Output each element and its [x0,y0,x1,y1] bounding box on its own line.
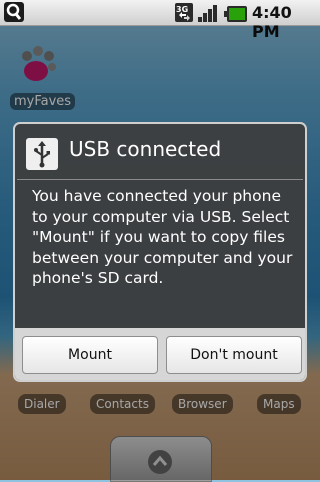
3g-icon: 3G [175,3,193,22]
mount-button[interactable]: Mount [22,336,158,374]
status-bar: 3G 4:40 PM [0,0,320,41]
dialog-message: You have connected your phone to your co… [32,187,293,287]
search-icon[interactable] [4,2,24,22]
signal-icon [197,3,219,22]
usb-icon [26,138,58,170]
svg-text:3G: 3G [176,5,188,14]
dialog-button-bar: Mount Don't mount [15,328,305,380]
dialog-title: USB connected [69,137,222,161]
usb-dialog: USB connected You have connected your ph… [13,122,307,382]
dialog-divider [17,179,303,180]
dont-mount-button[interactable]: Don't mount [166,336,302,374]
battery-icon [224,6,247,22]
